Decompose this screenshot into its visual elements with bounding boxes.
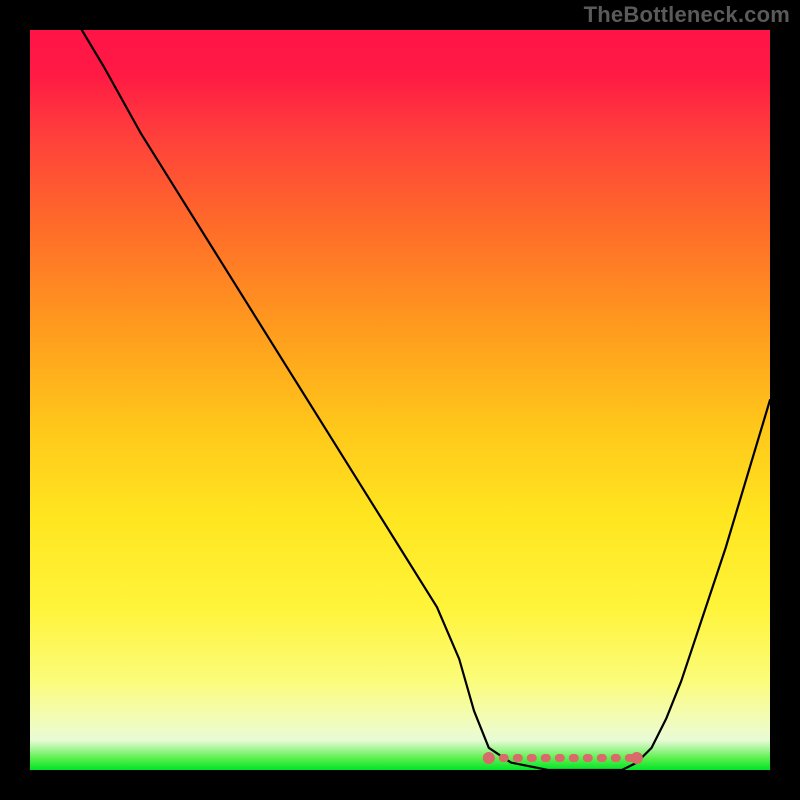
flat-start-marker — [483, 752, 495, 764]
curve-layer — [30, 30, 770, 770]
watermark-text: TheBottleneck.com — [584, 2, 790, 28]
bottleneck-curve — [82, 30, 770, 770]
chart-frame: TheBottleneck.com — [0, 0, 800, 800]
plot-area — [30, 30, 770, 770]
flat-end-marker — [631, 752, 643, 764]
